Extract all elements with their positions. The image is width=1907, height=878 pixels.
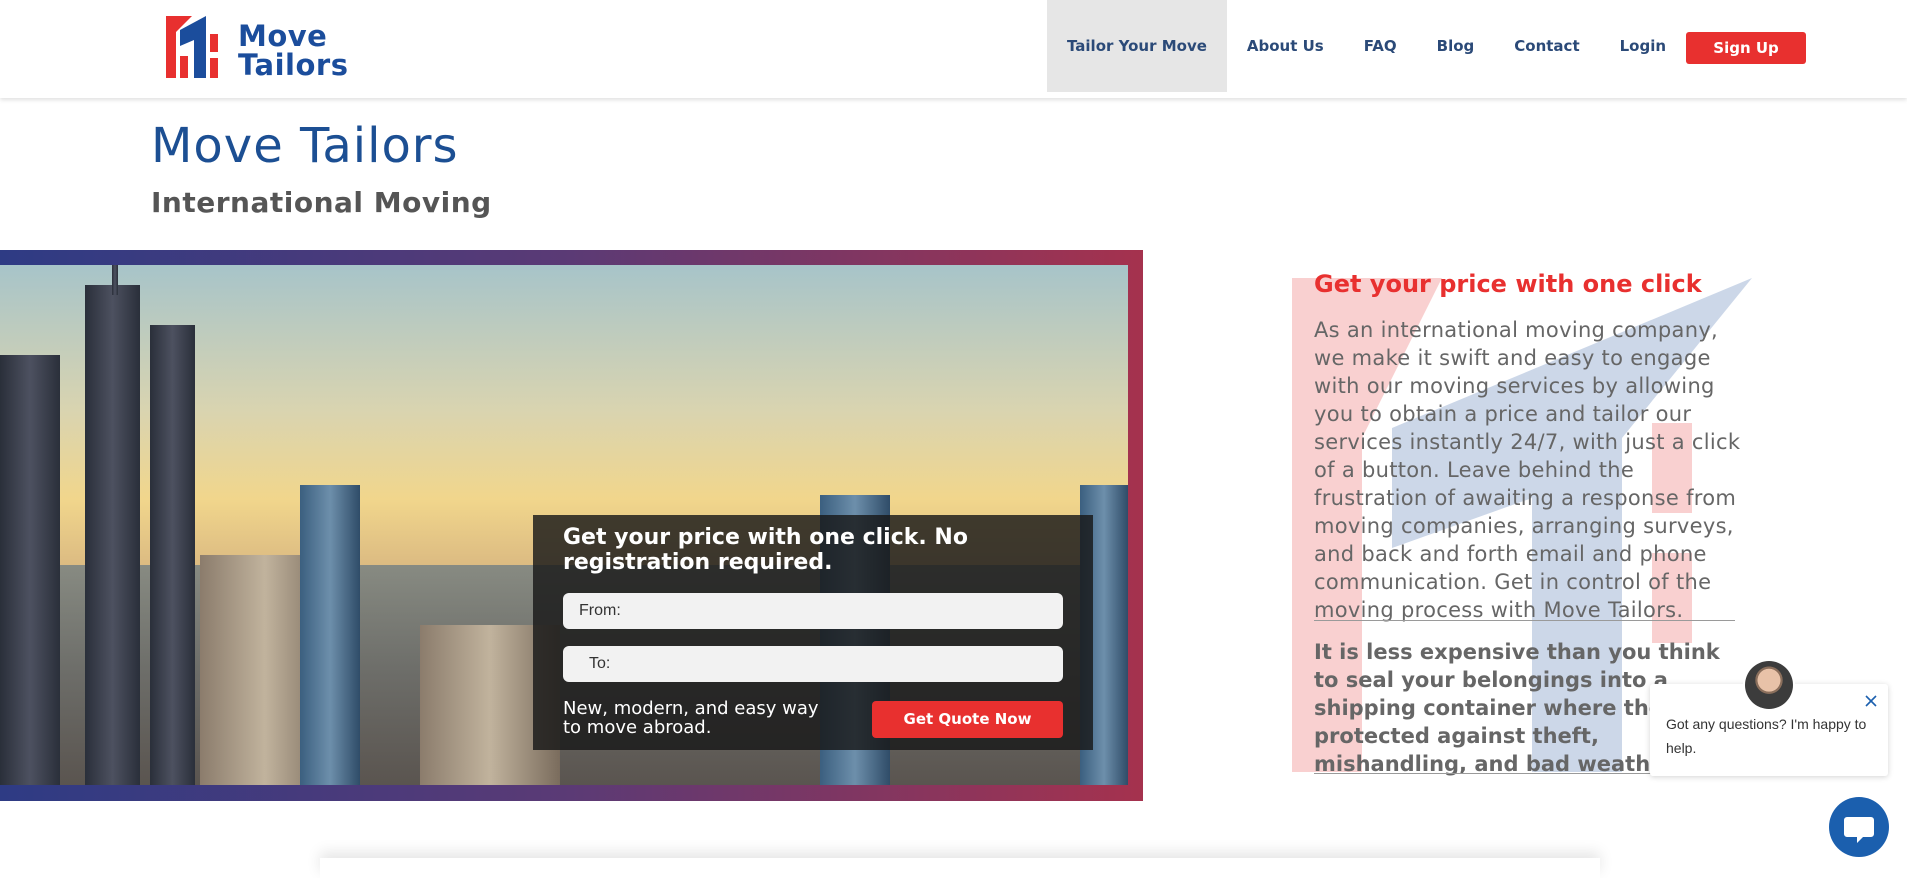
- nav-login[interactable]: Login: [1600, 0, 1686, 92]
- nav-about-us[interactable]: About Us: [1227, 0, 1344, 92]
- page-title: Move Tailors: [151, 118, 459, 174]
- nav-contact[interactable]: Contact: [1494, 0, 1599, 92]
- from-input[interactable]: [563, 593, 1063, 629]
- tower: [85, 285, 140, 785]
- tower-spire: [112, 265, 118, 295]
- get-quote-button[interactable]: Get Quote Now: [872, 701, 1063, 738]
- chat-launcher-button[interactable]: [1829, 797, 1889, 857]
- side-heading: Get your price with one click: [1314, 270, 1702, 298]
- close-icon[interactable]: [1864, 694, 1878, 708]
- nav-blog[interactable]: Blog: [1417, 0, 1495, 92]
- quote-heading: Get your price with one click. No regist…: [563, 525, 968, 575]
- quote-box: Get your price with one click. No regist…: [533, 515, 1093, 750]
- logo-text: Move Tailors: [238, 19, 349, 82]
- side-paragraph: As an international moving company, we m…: [1314, 318, 1741, 622]
- tower: [300, 485, 360, 785]
- page-subtitle: International Moving: [151, 186, 492, 219]
- chat-message: Got any questions? I'm happy to help.: [1666, 716, 1867, 756]
- chat-icon: [1844, 817, 1874, 843]
- signup-button[interactable]: Sign Up: [1686, 32, 1807, 64]
- content-card-edge: [320, 858, 1600, 878]
- main-nav: Tailor Your Move About Us FAQ Blog Conta…: [1047, 0, 1807, 98]
- logo-icon: [166, 16, 218, 78]
- logo[interactable]: Move Tailors: [166, 16, 356, 82]
- quote-tagline: New, modern, and easy way to move abroad…: [563, 698, 819, 738]
- nav-faq[interactable]: FAQ: [1344, 0, 1417, 92]
- tower: [0, 355, 60, 785]
- to-input[interactable]: [563, 646, 1063, 682]
- tower: [150, 325, 195, 785]
- site-header: Move Tailors Tailor Your Move About Us F…: [0, 0, 1907, 98]
- nav-tailor-your-move[interactable]: Tailor Your Move: [1047, 0, 1227, 92]
- divider: [1314, 620, 1735, 621]
- avatar: [1745, 661, 1793, 709]
